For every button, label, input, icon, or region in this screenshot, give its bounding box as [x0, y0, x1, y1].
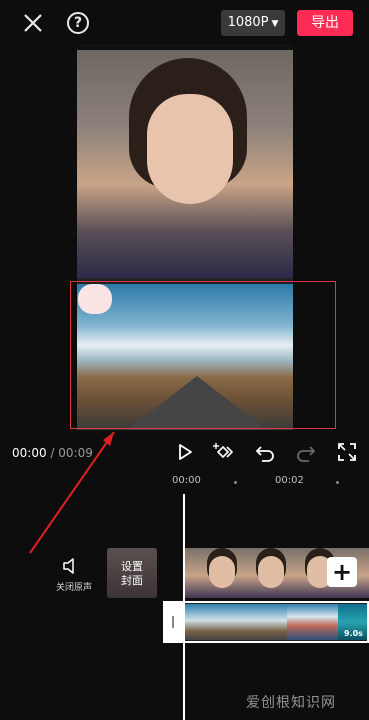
time-separator: / — [46, 446, 59, 460]
main-video-frame — [77, 44, 293, 278]
mute-original-sound-label[interactable]: 关闭原声 — [52, 580, 96, 593]
child-face — [147, 94, 233, 204]
current-time: 00:00 — [12, 446, 47, 460]
clip-thumbnail[interactable] — [197, 548, 246, 598]
frame-border — [77, 44, 293, 50]
total-time: 00:09 — [58, 446, 93, 460]
overlay-selection-box[interactable] — [70, 281, 336, 429]
watermark-text: 爱创根知识网 — [246, 695, 336, 711]
close-icon[interactable] — [22, 12, 44, 34]
cover-label-line2: 封面 — [121, 574, 143, 587]
keyframe-add-icon[interactable] — [212, 441, 234, 463]
ruler-dot — [336, 481, 339, 484]
ruler-tick-0: 00:00 — [172, 475, 201, 486]
overlay-thumbnail — [236, 604, 287, 640]
resolution-label: 1080P — [227, 15, 269, 30]
export-button[interactable]: 导出 — [297, 10, 353, 36]
set-cover-label: 设置 封面 — [107, 560, 157, 588]
playhead[interactable] — [183, 494, 185, 720]
time-readout: 00:00 / 00:09 — [12, 446, 93, 460]
redo-icon[interactable] — [295, 441, 317, 463]
ruler-tick-1: 00:02 — [275, 475, 304, 486]
overlay-duration-badge: 9.0s — [344, 629, 363, 638]
resolution-dropdown[interactable]: 1080P ▼ — [221, 10, 285, 36]
fullscreen-icon[interactable] — [336, 441, 358, 463]
clip-thumbnail[interactable] — [185, 548, 197, 598]
clip-thumbnail[interactable] — [246, 548, 295, 598]
chevron-down-icon: ▼ — [271, 19, 279, 29]
overlay-thumbnail — [185, 604, 236, 640]
cover-label-line1: 设置 — [121, 560, 143, 573]
play-icon[interactable] — [174, 441, 196, 463]
add-clip-button[interactable]: + — [327, 557, 357, 587]
undo-icon[interactable] — [254, 441, 276, 463]
speaker-icon[interactable] — [62, 557, 82, 575]
ruler-dot — [234, 481, 237, 484]
overlay-thumbnail — [287, 604, 338, 640]
help-icon[interactable]: ? — [67, 12, 89, 34]
clip-trim-handle[interactable] — [163, 601, 183, 643]
